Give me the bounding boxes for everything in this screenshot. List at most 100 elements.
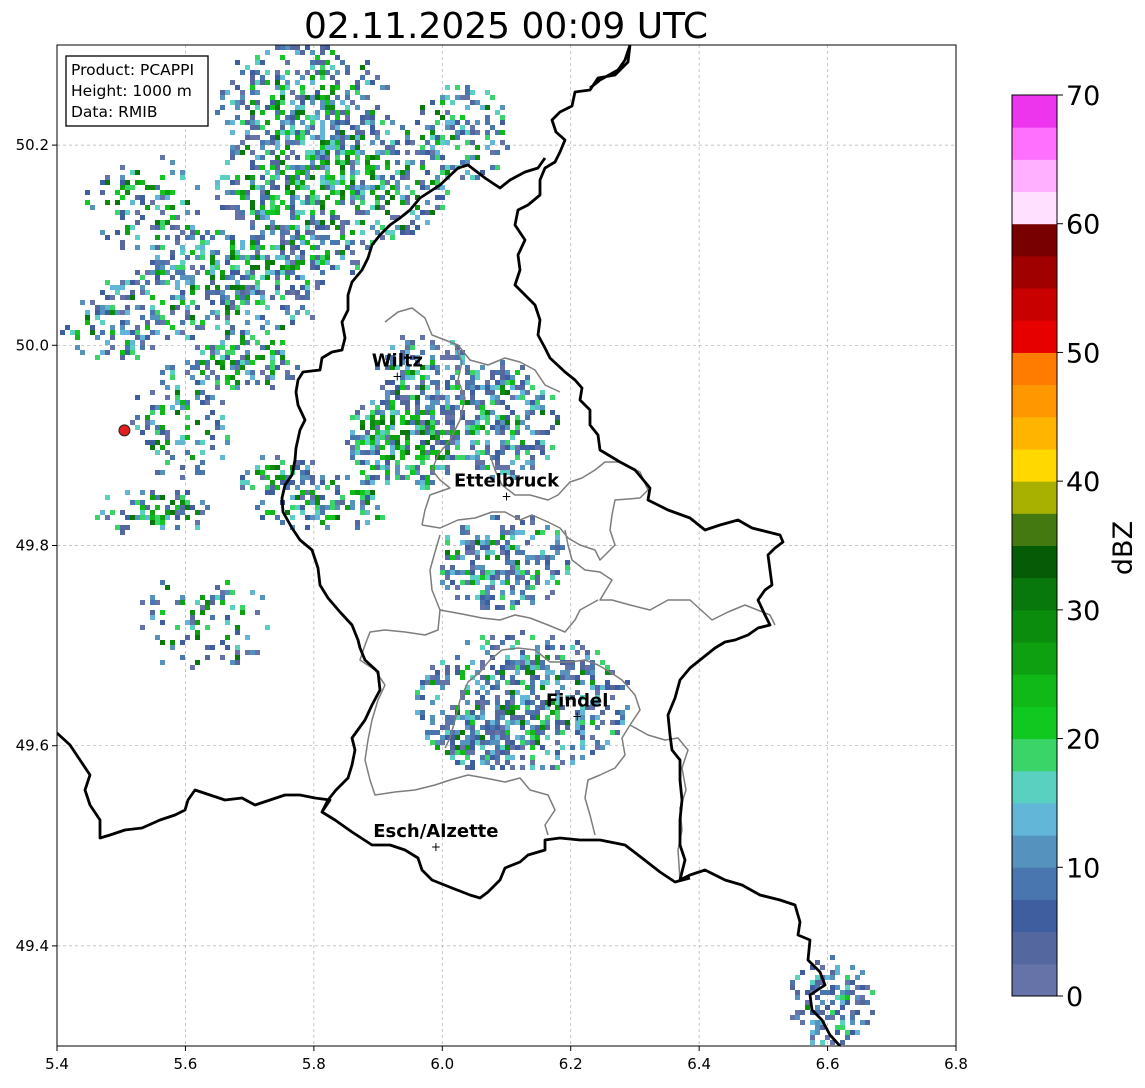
echo-pixel [395, 460, 400, 465]
echo-pixel [555, 750, 560, 755]
echo-pixel [195, 285, 200, 290]
echo-pixel [515, 385, 520, 390]
echo-pixel [250, 485, 255, 490]
echo-pixel [145, 320, 150, 325]
echo-pixel [425, 395, 430, 400]
echo-pixel [470, 130, 475, 135]
echo-pixel [270, 185, 275, 190]
echo-pixel [500, 730, 505, 735]
echo-pixel [370, 165, 375, 170]
echo-pixel [810, 1020, 815, 1025]
echo-pixel [440, 580, 445, 585]
echo-pixel [245, 65, 250, 70]
colorbar-tick-label: 0 [1066, 982, 1083, 1013]
echo-pixel [260, 155, 265, 160]
echo-pixel [360, 500, 365, 505]
echo-pixel [350, 455, 355, 460]
echo-pixel [500, 425, 505, 430]
echo-pixel [260, 175, 265, 180]
echo-pixel [230, 350, 235, 355]
echo-pixel [515, 690, 520, 695]
echo-pixel [185, 360, 190, 365]
echo-pixel [265, 345, 270, 350]
echo-pixel [215, 315, 220, 320]
echo-pixel [365, 510, 370, 515]
echo-pixel [340, 230, 345, 235]
echo-pixel [230, 130, 235, 135]
echo-pixel [535, 675, 540, 680]
echo-pixel [440, 195, 445, 200]
echo-pixel [260, 185, 265, 190]
echo-pixel [495, 695, 500, 700]
echo-pixel [235, 630, 240, 635]
echo-pixel [125, 490, 130, 495]
echo-pixel [355, 170, 360, 175]
echo-pixel [440, 570, 445, 575]
echo-pixel [425, 450, 430, 455]
echo-pixel [520, 765, 525, 770]
echo-pixel [270, 385, 275, 390]
echo-pixel [465, 130, 470, 135]
echo-pixel [270, 295, 275, 300]
echo-pixel [290, 120, 295, 125]
echo-pixel [245, 260, 250, 265]
echo-pixel [275, 210, 280, 215]
echo-pixel [360, 190, 365, 195]
echo-pixel [430, 365, 435, 370]
echo-pixel [485, 555, 490, 560]
echo-pixel [360, 185, 365, 190]
echo-pixel [505, 575, 510, 580]
echo-pixel [470, 545, 475, 550]
echo-pixel [385, 130, 390, 135]
echo-pixel [240, 100, 245, 105]
echo-pixel [260, 315, 265, 320]
echo-pixel [475, 425, 480, 430]
echo-pixel [435, 435, 440, 440]
echo-pixel [185, 400, 190, 405]
echo-pixel [540, 725, 545, 730]
echo-pixel [255, 250, 260, 255]
echo-pixel [355, 450, 360, 455]
colorbar-segment [1012, 95, 1057, 128]
echo-pixel [295, 215, 300, 220]
echo-pixel [555, 535, 560, 540]
echo-pixel [510, 765, 515, 770]
echo-pixel [510, 445, 515, 450]
echo-pixel [220, 300, 225, 305]
echo-pixel [515, 570, 520, 575]
echo-pixel [540, 405, 545, 410]
echo-pixel [265, 120, 270, 125]
echo-pixel [475, 690, 480, 695]
echo-pixel [505, 755, 510, 760]
echo-pixel [565, 565, 570, 570]
echo-pixel [265, 150, 270, 155]
echo-pixel [260, 80, 265, 85]
echo-pixel [190, 615, 195, 620]
echo-pixel [285, 230, 290, 235]
echo-pixel [130, 350, 135, 355]
echo-pixel [350, 445, 355, 450]
echo-pixel [500, 570, 505, 575]
echo-pixel [305, 525, 310, 530]
echo-pixel [450, 410, 455, 415]
echo-pixel [435, 345, 440, 350]
echo-pixel [555, 715, 560, 720]
echo-pixel [295, 80, 300, 85]
echo-pixel [535, 445, 540, 450]
echo-pixel [375, 465, 380, 470]
echo-pixel [265, 170, 270, 175]
echo-pixel [350, 415, 355, 420]
echo-pixel [430, 415, 435, 420]
echo-pixel [140, 340, 145, 345]
echo-pixel [190, 265, 195, 270]
echo-pixel [410, 375, 415, 380]
echo-pixel [460, 580, 465, 585]
echo-pixel [475, 735, 480, 740]
echo-pixel [180, 640, 185, 645]
echo-pixel [145, 280, 150, 285]
echo-pixel [315, 195, 320, 200]
echo-pixel [475, 130, 480, 135]
echo-pixel [280, 55, 285, 60]
echo-pixel [850, 1010, 855, 1015]
echo-pixel [320, 165, 325, 170]
